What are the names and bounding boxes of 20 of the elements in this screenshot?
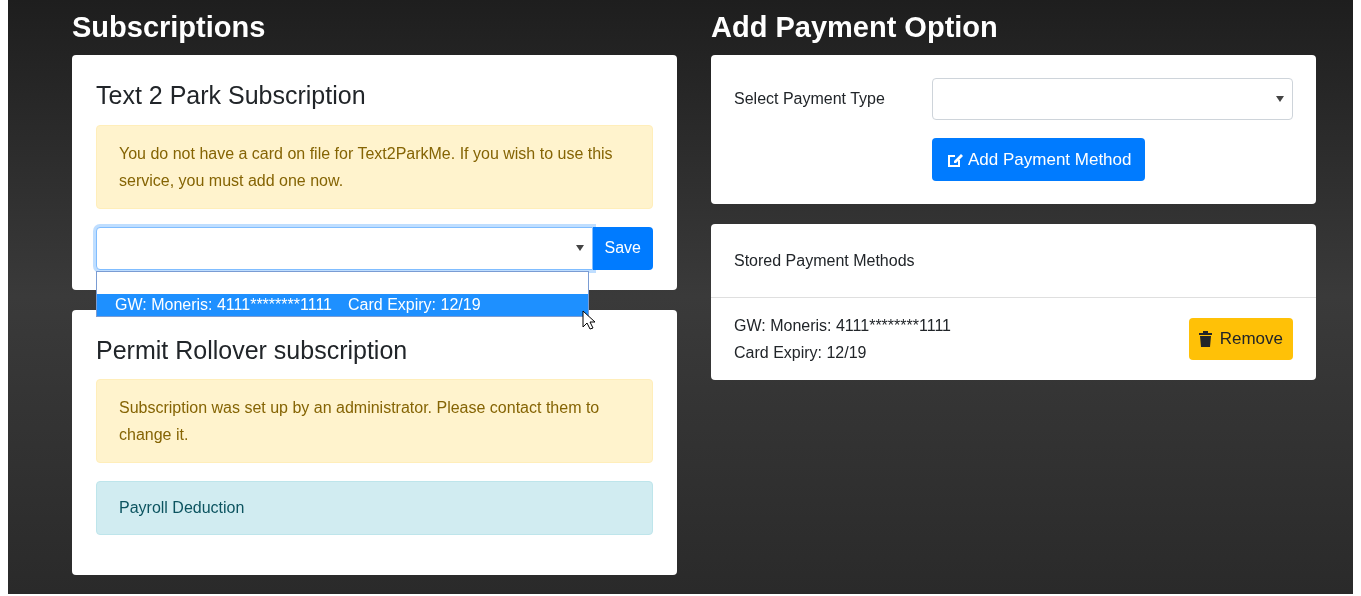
card-title: Permit Rollover subscription [96, 334, 409, 366]
payment-type-select[interactable] [932, 78, 1293, 120]
caret-icon [575, 245, 584, 251]
section-heading: Subscriptions [72, 9, 267, 45]
card-header: Stored Payment Methods [711, 224, 1316, 298]
caret-icon [1276, 96, 1284, 102]
card-title: Text 2 Park Subscription [96, 80, 367, 111]
card-select[interactable] [96, 226, 593, 270]
card-gateway: GW: Moneris: 4111********1111 [734, 316, 951, 336]
save-button[interactable]: Save [592, 226, 653, 270]
add-payment-button[interactable]: Add Payment Method [932, 138, 1146, 181]
trash-icon [1198, 331, 1212, 347]
section-heading: Add Payment Option [711, 9, 999, 45]
remove-button[interactable]: Remove [1188, 318, 1293, 360]
info-alert: Payroll Deduction [96, 481, 653, 535]
field-label: Select Payment Type [734, 89, 886, 109]
card-expiry: Card Expiry: 12/19 [734, 343, 868, 363]
warning-alert: You do not have a card on file for Text2ParkMe. If you wish to use this service, you must add one now. [96, 124, 653, 209]
warning-alert: Subscription was set up by an administrator. Please contact them to change it. [96, 379, 653, 463]
dropdown-option[interactable]: GW: Moneris: 4111********1111 Card Expiry: 12/19 [97, 293, 588, 316]
